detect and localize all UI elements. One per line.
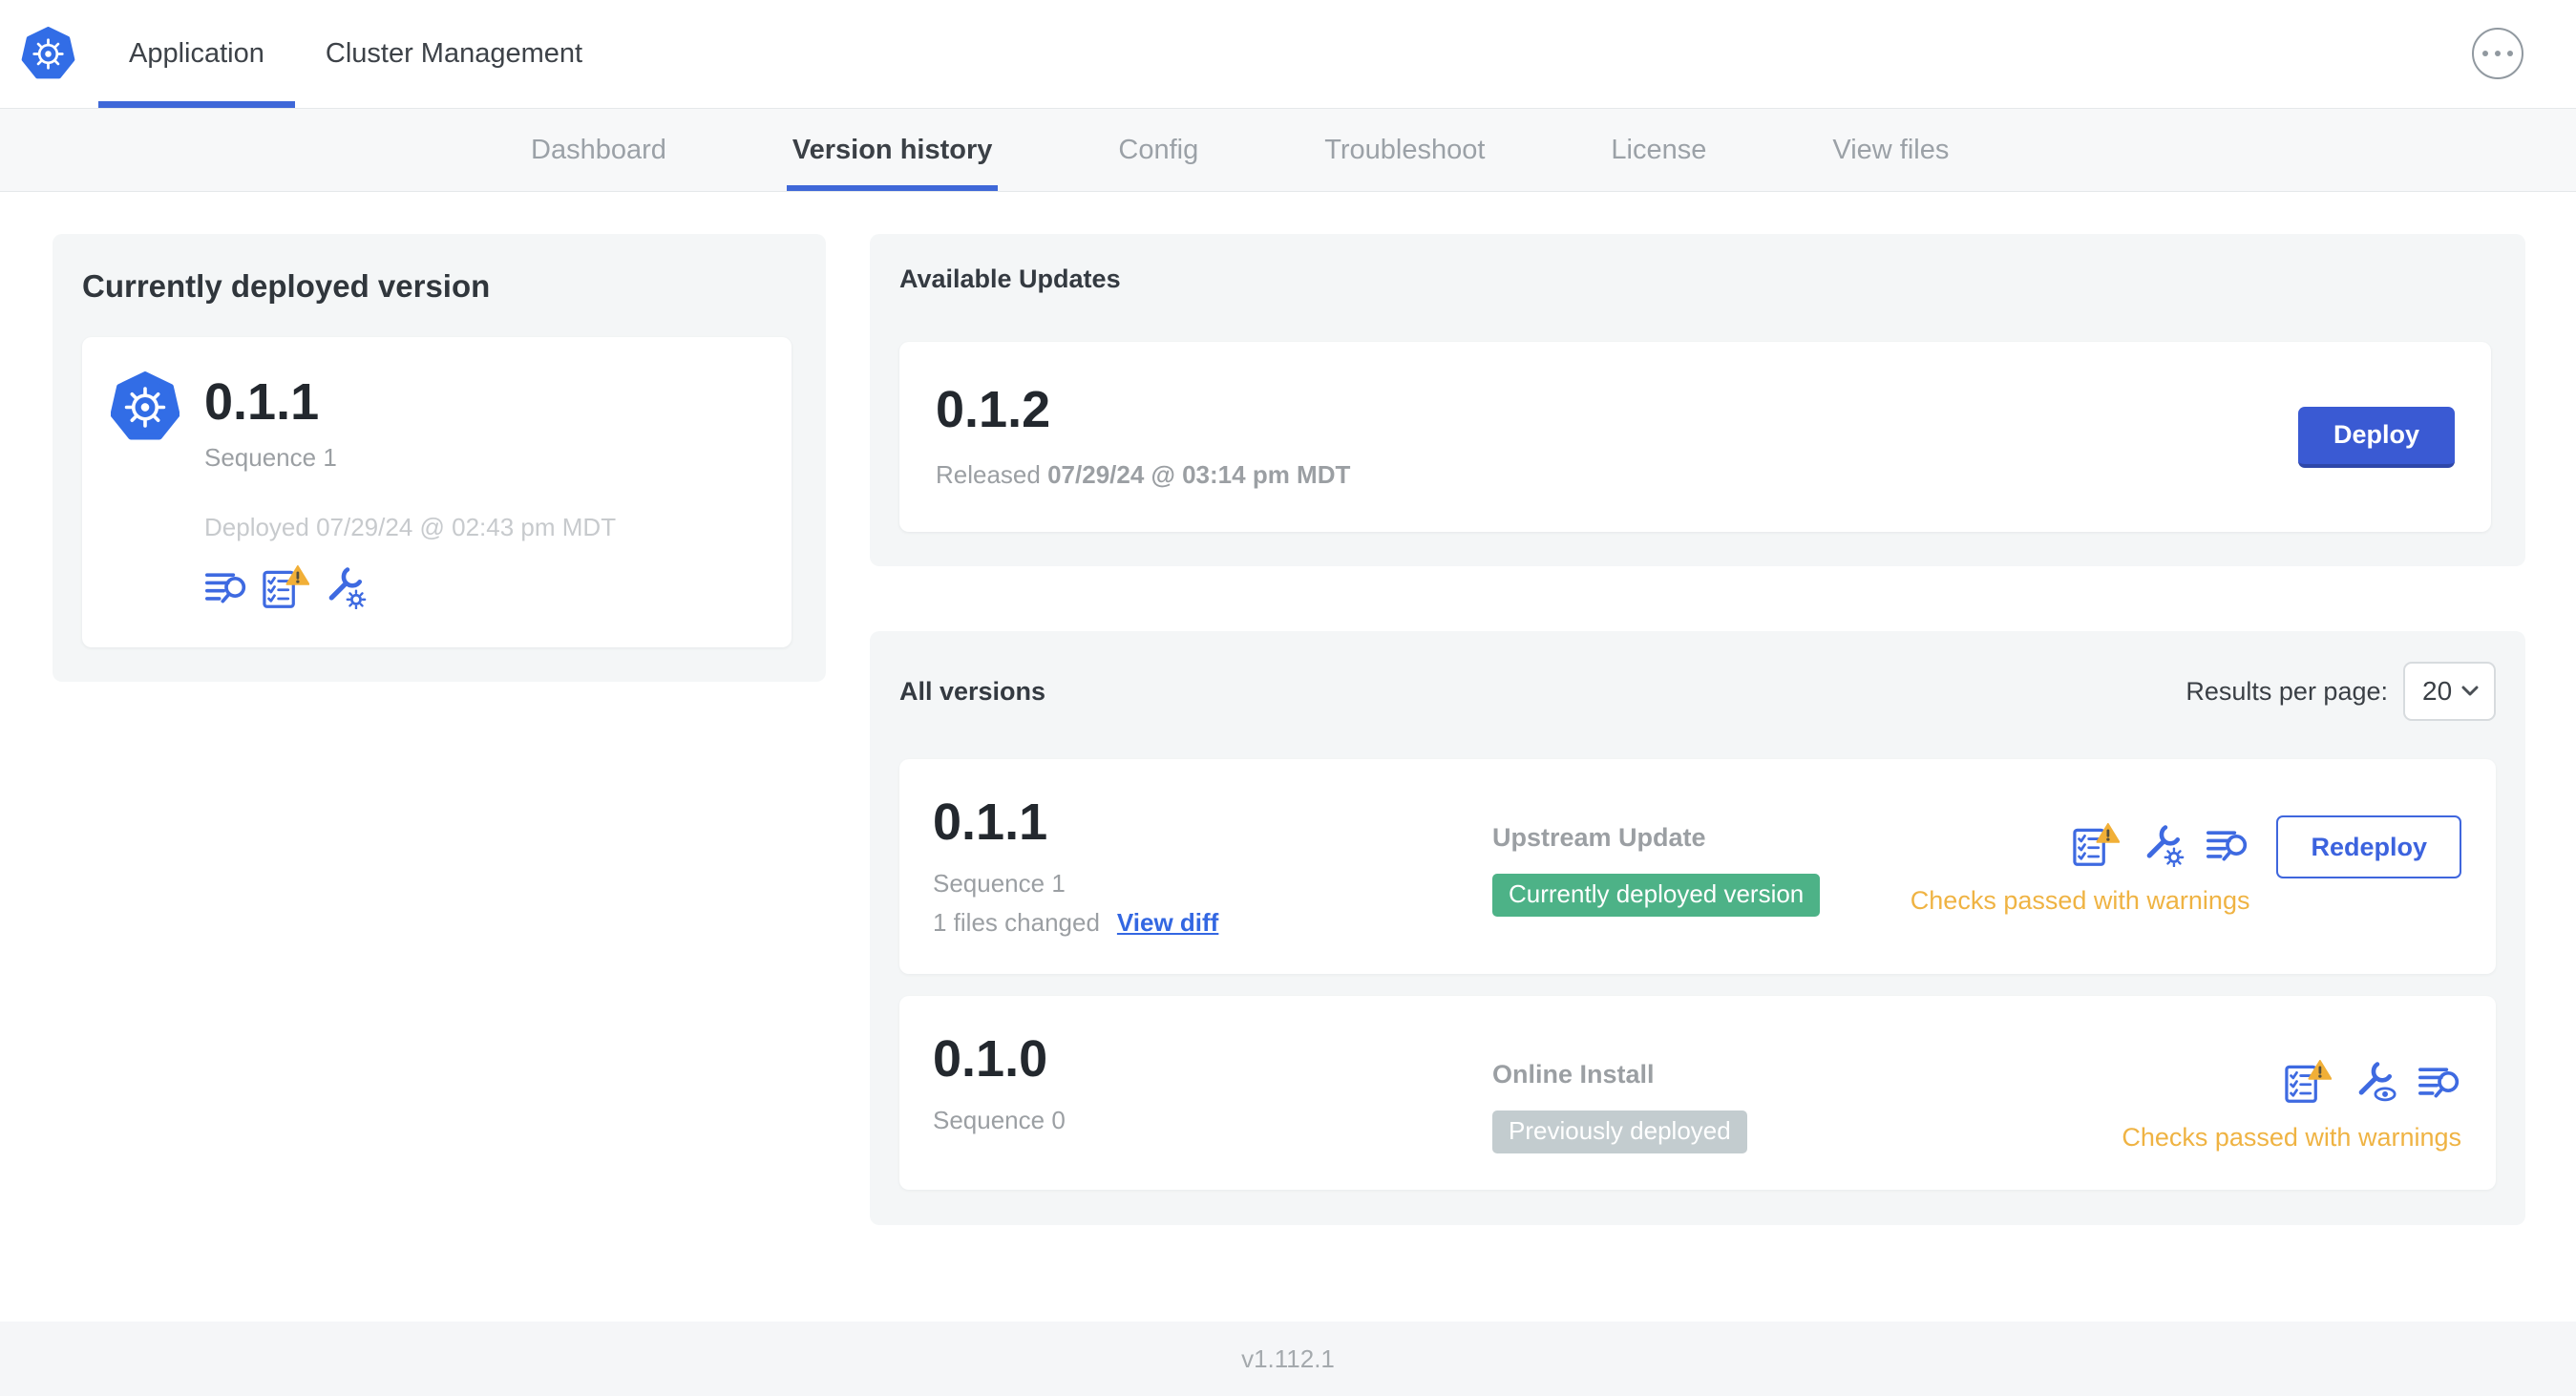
all-versions-title: All versions: [899, 676, 1046, 706]
preflight-checks-warning-icon[interactable]: [262, 564, 309, 609]
currently-deployed-panel: Currently deployed version 0.1.1 Sequenc…: [53, 234, 826, 682]
kubernetes-logo-icon: [21, 27, 75, 81]
row-files-changed: 1 files changed: [933, 908, 1100, 937]
edit-config-wrench-gear-icon[interactable]: [323, 565, 367, 609]
tab-version-history[interactable]: Version history: [786, 109, 998, 191]
currently-deployed-title: Currently deployed version: [82, 268, 491, 304]
deployed-version-card: 0.1.1 Sequence 1 Deployed 07/29/24 @ 02:…: [82, 337, 792, 647]
tab-troubleshoot[interactable]: Troubleshoot: [1322, 109, 1487, 191]
available-updates-title: Available Updates: [899, 264, 1121, 293]
view-diff-link[interactable]: View diff: [1117, 908, 1218, 938]
tab-dashboard[interactable]: Dashboard: [529, 109, 668, 191]
available-updates-panel: Available Updates 0.1.2 Released 07/29/2…: [870, 234, 2525, 566]
row-source-label: Online Install: [1492, 1060, 1655, 1089]
redeploy-button[interactable]: Redeploy: [2276, 815, 2461, 878]
version-row-0-1-1: 0.1.1 Sequence 1 1 files changed View di…: [899, 759, 2496, 974]
tab-cluster-management[interactable]: Cluster Management: [295, 0, 613, 108]
kots-admin-console: Application Cluster Management Dashboard…: [0, 0, 2576, 1396]
update-version-number: 0.1.2: [936, 381, 1051, 438]
preflight-status-text: Checks passed with warnings: [1910, 886, 2250, 915]
edit-config-wrench-gear-icon[interactable]: [2141, 823, 2185, 867]
row-source-label: Upstream Update: [1492, 823, 1706, 852]
view-config-wrench-eye-icon[interactable]: [2353, 1060, 2397, 1104]
top-nav-tabs: Application Cluster Management: [98, 0, 613, 108]
tab-application[interactable]: Application: [98, 0, 295, 108]
previously-deployed-badge: Previously deployed: [1492, 1110, 1747, 1153]
row-action-icons: [2072, 823, 2249, 867]
row-version-number: 0.1.1: [933, 793, 1048, 851]
deployed-sequence: Sequence 1: [204, 442, 337, 472]
tab-license[interactable]: License: [1609, 109, 1708, 191]
tab-config[interactable]: Config: [1116, 109, 1200, 191]
preflight-checks-warning-icon[interactable]: [2284, 1060, 2332, 1104]
deployed-version-actions: [204, 564, 616, 609]
row-sequence: Sequence 0: [933, 1106, 1066, 1134]
update-released-timestamp: Released 07/29/24 @ 03:14 pm MDT: [936, 460, 1351, 489]
top-navbar: Application Cluster Management: [0, 0, 2576, 109]
kubernetes-app-icon: [111, 371, 179, 443]
preflight-status-text: Checks passed with warnings: [2122, 1123, 2461, 1152]
main-content: Currently deployed version 0.1.1 Sequenc…: [0, 192, 2576, 1225]
ellipsis-icon: [2482, 51, 2488, 56]
results-per-page: Results per page: 20: [2185, 662, 2496, 721]
view-logs-icon[interactable]: [2206, 824, 2249, 866]
more-menu-button[interactable]: [2472, 28, 2523, 79]
row-sequence: Sequence 1: [933, 869, 1066, 898]
version-row-0-1-0: 0.1.0 Sequence 0 Online Install Previous…: [899, 996, 2496, 1190]
deploy-button[interactable]: Deploy: [2297, 406, 2455, 468]
row-action-icons: [2284, 1060, 2461, 1104]
deployed-timestamp: Deployed 07/29/24 @ 02:43 pm MDT: [204, 512, 617, 541]
tab-view-files[interactable]: View files: [1830, 109, 1951, 191]
right-column: Available Updates 0.1.2 Released 07/29/2…: [870, 234, 2525, 1225]
currently-deployed-badge: Currently deployed version: [1492, 874, 1821, 917]
deployed-version-number: 0.1.1: [204, 373, 320, 431]
results-per-page-select[interactable]: 20: [2403, 662, 2496, 721]
view-logs-icon[interactable]: [204, 566, 248, 608]
all-versions-panel: All versions Results per page: 20 0.1.1 …: [870, 631, 2525, 1225]
results-per-page-label: Results per page:: [2185, 676, 2388, 706]
footer: v1.112.1: [0, 1322, 2576, 1396]
available-update-card: 0.1.2 Released 07/29/24 @ 03:14 pm MDT D…: [899, 342, 2491, 532]
all-versions-header: All versions Results per page: 20: [899, 662, 2496, 721]
chevron-down-icon: [2461, 686, 2479, 696]
app-subnav: Dashboard Version history Config Trouble…: [0, 109, 2576, 192]
row-version-number: 0.1.0: [933, 1030, 1048, 1088]
preflight-checks-warning-icon[interactable]: [2072, 823, 2121, 867]
view-logs-icon[interactable]: [2418, 1061, 2461, 1103]
console-version: v1.112.1: [1241, 1343, 1335, 1373]
